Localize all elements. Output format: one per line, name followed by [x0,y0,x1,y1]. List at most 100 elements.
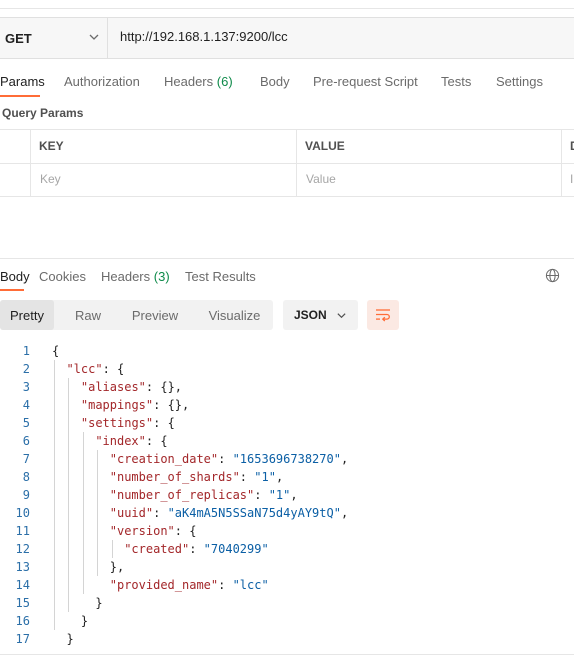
format-select[interactable]: JSON [283,300,358,330]
tab-body[interactable]: Body [260,74,290,89]
line-number: 2 [22,362,30,376]
tab-settings[interactable]: Settings [496,74,543,89]
code-token: "aliases" [80,380,146,394]
raw-button[interactable]: Raw [62,300,114,330]
query-params-table: KEY VALUE D Key Value I [0,129,574,197]
table-row: Key Value I [0,163,574,197]
code-line: "created": "7040299" [124,540,269,558]
code-token: : { [102,362,125,376]
code-token: : [239,470,255,484]
code-token: "aK4mA5N5SSaN75d4yAY9tQ" [167,506,341,520]
column-divider [296,130,297,163]
code-token: }, [109,560,125,574]
line-number: 12 [15,542,30,556]
column-divider [561,130,562,163]
active-tab-indicator [0,289,24,291]
tab-response-headers-label: Headers [101,269,151,284]
code-line: } [66,630,73,648]
code-token: : {}, [153,398,190,412]
pretty-button[interactable]: Pretty [0,300,54,330]
tab-tests[interactable]: Tests [441,74,471,89]
column-header-value: VALUE [305,139,345,153]
wrap-lines-button[interactable] [367,300,399,330]
tab-cookies[interactable]: Cookies [39,269,86,284]
line-number: 8 [22,470,30,484]
line-number: 15 [15,596,30,610]
response-tabs: Body Cookies Headers (3) Test Results [0,262,574,291]
code-token: "1653696738270" [232,452,341,466]
tab-response-body[interactable]: Body [0,269,30,284]
code-line: "index": { [95,432,167,450]
key-input[interactable]: Key [40,172,61,186]
tab-params[interactable]: Params [0,74,45,89]
indent-guide [82,432,84,594]
code-token: : { [174,524,197,538]
line-number: 5 [22,416,30,430]
description-input[interactable]: I [570,172,573,186]
tab-pre-request-script[interactable]: Pre-request Script [313,74,418,89]
line-number: 10 [15,506,30,520]
method-select[interactable]: GET [0,18,108,58]
code-token: "number_of_replicas" [109,488,255,502]
code-line: "settings": { [81,414,175,432]
request-tabs: Params Authorization Headers (6) Body Pr… [0,66,574,97]
code-token: "mappings" [80,398,154,412]
view-mode-segmented: Pretty Raw Preview Visualize [0,300,273,330]
tab-headers[interactable]: Headers (6) [164,74,233,89]
code-token: , [340,506,349,520]
preview-button[interactable]: Preview [124,300,186,330]
line-number: 11 [15,524,30,538]
code-token: , [275,470,284,484]
query-params-title: Query Params [2,106,84,120]
code-token: : { [145,434,168,448]
tab-headers-count: (6) [216,74,233,89]
code-line: } [81,612,88,630]
code-line: } [95,594,102,612]
code-token: "created" [124,542,190,556]
code-token: "version" [109,524,175,538]
code-token: : [254,488,269,502]
visualize-button[interactable]: Visualize [202,300,267,330]
chevron-down-icon [337,313,346,319]
code-token: "lcc" [66,362,103,376]
code-line: "lcc": { [66,360,124,378]
code-token: "provided_name" [109,578,219,592]
code-token: : [218,452,233,466]
code-token: "1" [268,488,291,502]
line-number: 1 [22,344,30,358]
line-number: 6 [22,434,30,448]
tab-authorization[interactable]: Authorization [64,74,140,89]
column-header-key: KEY [39,139,64,153]
line-number: 3 [22,380,30,394]
tab-response-headers[interactable]: Headers (3) [101,269,170,284]
response-body-code[interactable]: 1{2 "lcc": {3 "aliases": {}, 4 "mappings": {… [0,342,574,654]
indent-guide [97,450,99,576]
tab-test-results[interactable]: Test Results [185,269,256,284]
line-number: 7 [22,452,30,466]
code-line: "aliases": {}, [81,378,182,396]
value-input[interactable]: Value [306,172,336,186]
active-tab-indicator [0,95,40,97]
code-token: } [80,614,89,628]
code-token: : [218,578,233,592]
code-token: "uuid" [109,506,154,520]
code-line: { [52,342,59,360]
globe-icon[interactable] [545,268,560,283]
code-line: "mappings": {}, [81,396,189,414]
code-line: "version": { [110,522,197,540]
code-token: { [52,344,60,358]
wrap-lines-icon [376,309,390,322]
code-line: "number_of_replicas": "1", [110,486,298,504]
chevron-down-icon [89,34,99,40]
url-input[interactable]: http://192.168.1.137:9200/lcc [120,29,288,44]
tab-headers-label: Headers [164,74,214,89]
code-token: : [153,506,168,520]
pane-divider[interactable] [0,258,574,259]
code-line: "uuid": "aK4mA5N5SSaN75d4yAY9tQ", [110,504,348,522]
code-token: , [340,452,349,466]
table-header-row: KEY VALUE D [0,130,574,164]
line-number: 4 [22,398,30,412]
line-number: 17 [15,632,30,646]
code-line: "creation_date": "1653696738270", [110,450,348,468]
code-token: "settings" [80,416,154,430]
